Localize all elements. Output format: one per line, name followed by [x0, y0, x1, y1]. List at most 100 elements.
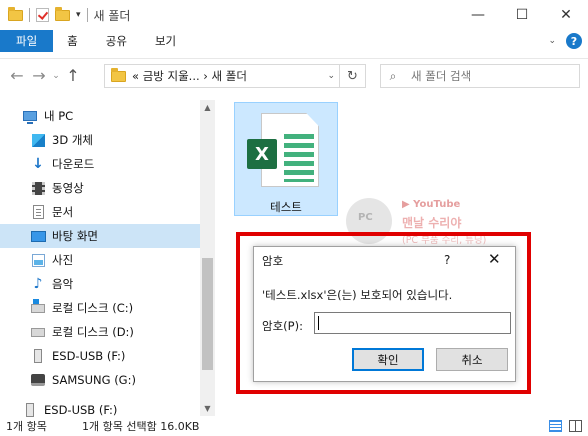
3d-objects-icon: [31, 133, 45, 147]
window-controls: — ☐ ✕: [456, 0, 588, 30]
dialog-close-button[interactable]: ✕: [488, 250, 501, 268]
divider: [29, 8, 30, 22]
tab-home[interactable]: 홈: [53, 30, 92, 52]
navigation-bar: ← → ⌄ ↑ « 금방 지울... › 새 폴더 ⌄ ↻ ⌕ 새 폴더 검색: [0, 58, 588, 92]
navigation-pane: 내 PC 3D 개체 ↓ 다운로드 동영상 문서 바탕 화면 사진 ♪ 음악 로…: [0, 100, 215, 417]
details-view-icon[interactable]: [549, 420, 562, 432]
status-bar: 1개 항목 1개 항목 선택함 16.0KB: [0, 416, 588, 436]
drive-icon: [31, 327, 45, 337]
forward-button[interactable]: →: [28, 66, 50, 85]
sidebar-scrollbar[interactable]: ▲ ▼: [200, 100, 215, 416]
minimize-button[interactable]: —: [456, 0, 500, 30]
ribbon-right: ⌄ ?: [548, 33, 582, 49]
watermark-pc-text: PC: [358, 212, 373, 223]
sidebar-item-3d-objects[interactable]: 3D 개체: [30, 128, 200, 152]
search-icon: ⌕: [389, 68, 397, 83]
maximize-button[interactable]: ☐: [500, 0, 544, 30]
picture-icon: [31, 253, 45, 267]
sidebar-item-label: 바탕 화면: [52, 229, 98, 243]
new-folder-icon[interactable]: [55, 6, 70, 21]
search-box[interactable]: ⌕ 새 폴더 검색: [380, 64, 580, 88]
watermark: PC ▶ YouTube 맨날 수리야 (PC 부품 수리, 튜닝): [346, 194, 486, 246]
ribbon-tabs: 파일 홈 공유 보기 ⌄ ?: [0, 30, 588, 52]
search-input[interactable]: 새 폴더 검색: [411, 68, 471, 84]
dialog-title: 암호: [262, 254, 284, 268]
sidebar-item-label: ESD-USB (F:): [44, 403, 118, 417]
sidebar-item-label: 사진: [52, 253, 74, 267]
sidebar-item-music[interactable]: ♪ 음악: [30, 272, 200, 296]
scroll-thumb[interactable]: [202, 258, 213, 370]
document-icon: [32, 205, 44, 219]
file-item[interactable]: X 테스트: [234, 102, 338, 216]
dialog-help-button[interactable]: ?: [444, 253, 450, 267]
sidebar-item-downloads[interactable]: ↓ 다운로드: [30, 152, 200, 176]
password-input[interactable]: [314, 312, 511, 334]
sidebar-item-drive-c[interactable]: 로컬 디스크 (C:): [30, 296, 200, 320]
password-label: 암호(P):: [262, 319, 303, 333]
scroll-down-icon[interactable]: ▼: [200, 401, 215, 416]
cancel-button[interactable]: 취소: [436, 348, 508, 371]
sidebar-item-label: 3D 개체: [52, 133, 93, 147]
back-button[interactable]: ←: [6, 66, 28, 85]
sidebar-item-drive-f[interactable]: ESD-USB (F:): [30, 344, 200, 368]
divider: [86, 8, 88, 22]
file-name[interactable]: 테스트: [235, 199, 337, 215]
large-icons-view-icon[interactable]: [569, 420, 582, 432]
sidebar-item-label: 다운로드: [52, 157, 95, 171]
tab-file[interactable]: 파일: [0, 30, 54, 52]
dialog-message: '테스트.xlsx'은(는) 보호되어 있습니다.: [262, 288, 453, 302]
selection-info: 1개 항목 선택함 16.0KB: [82, 420, 200, 433]
excel-icon: X: [247, 139, 277, 169]
sidebar-item-this-pc[interactable]: 내 PC: [22, 104, 200, 128]
scroll-up-icon[interactable]: ▲: [200, 100, 215, 115]
download-icon: ↓: [32, 156, 44, 172]
music-icon: ♪: [33, 276, 43, 292]
expand-ribbon-icon[interactable]: ⌄: [548, 36, 556, 46]
sidebar-item-pictures[interactable]: 사진: [30, 248, 200, 272]
refresh-button[interactable]: ↻: [339, 65, 365, 87]
title-bar: ▾ 새 폴더 — ☐ ✕: [0, 0, 588, 30]
usb-drive-icon: [34, 349, 42, 363]
sidebar-item-label: 동영상: [52, 181, 84, 195]
password-dialog: 암호 ? ✕ '테스트.xlsx'은(는) 보호되어 있습니다. 암호(P): …: [253, 246, 516, 382]
usb-drive-icon: [26, 403, 34, 417]
sidebar-item-desktop[interactable]: 바탕 화면: [0, 224, 200, 248]
folder-icon[interactable]: [8, 6, 23, 21]
sidebar-item-label: 문서: [52, 205, 74, 219]
sidebar-item-videos[interactable]: 동영상: [30, 176, 200, 200]
sidebar-item-documents[interactable]: 문서: [30, 200, 200, 224]
windows-drive-icon: [31, 298, 45, 313]
properties-icon[interactable]: [36, 8, 49, 22]
watermark-title: 맨날 수리야: [402, 216, 462, 230]
recent-locations-icon[interactable]: ⌄: [50, 71, 62, 81]
window-title: 새 폴더: [93, 8, 131, 23]
tab-view[interactable]: 보기: [141, 30, 190, 52]
sidebar-item-label: ESD-USB (F:): [52, 349, 126, 363]
pc-icon: [23, 111, 37, 124]
help-icon[interactable]: ?: [566, 33, 582, 49]
sidebar-item-label: SAMSUNG (G:): [52, 373, 136, 387]
quick-access-toolbar: ▾: [0, 6, 88, 22]
text-caret: [318, 316, 319, 330]
address-bar[interactable]: « 금방 지울... › 새 폴더 ⌄ ↻: [104, 64, 366, 88]
close-button[interactable]: ✕: [544, 0, 588, 30]
ok-button[interactable]: 확인: [352, 348, 424, 371]
video-icon: [31, 181, 45, 195]
item-count: 1개 항목: [6, 420, 47, 433]
address-dropdown-icon[interactable]: ⌄: [327, 71, 335, 81]
sidebar-item-label: 로컬 디스크 (D:): [52, 325, 134, 339]
youtube-logo: ▶ YouTube: [402, 199, 461, 210]
sidebar-item-drive-g[interactable]: SAMSUNG (G:): [30, 368, 200, 392]
sidebar-item-label: 로컬 디스크 (C:): [52, 301, 134, 315]
samsung-drive-icon: [31, 374, 45, 386]
sidebar-item-label: 내 PC: [44, 109, 74, 123]
desktop-icon: [30, 230, 46, 242]
customize-toolbar-icon[interactable]: ▾: [76, 10, 81, 20]
address-path[interactable]: « 금방 지울... › 새 폴더: [132, 68, 247, 84]
sidebar-item-drive-d[interactable]: 로컬 디스크 (D:): [30, 320, 200, 344]
spreadsheet-grid: [284, 134, 314, 182]
folder-icon: [111, 67, 126, 82]
sidebar-item-label: 음악: [52, 277, 74, 291]
up-button[interactable]: ↑: [62, 66, 84, 85]
tab-share[interactable]: 공유: [92, 30, 141, 52]
